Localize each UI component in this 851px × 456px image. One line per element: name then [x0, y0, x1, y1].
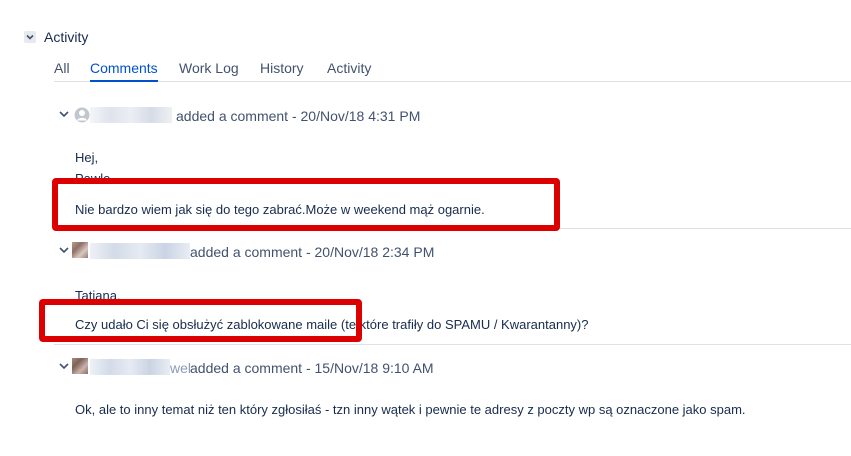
- comment-text-line: Ok, ale to inny temat niż ten który zgło…: [75, 402, 746, 417]
- default-avatar-icon: [74, 107, 90, 123]
- chevron-down-icon[interactable]: [59, 245, 69, 255]
- tab-all[interactable]: All: [54, 60, 70, 76]
- highlight-box: [52, 178, 560, 231]
- chevron-down-icon[interactable]: [24, 31, 36, 43]
- redacted-username: [90, 243, 190, 259]
- activity-tabs: All Comments Work Log History Activity: [54, 58, 851, 82]
- redacted-username: [90, 107, 172, 123]
- activity-section-header[interactable]: Activity: [24, 29, 88, 45]
- avatar: [72, 242, 88, 258]
- comment-item: wel added a comment - 15/Nov/18 9:10 AM …: [54, 352, 851, 432]
- comment-meta: added a comment - 20/Nov/18 2:34 PM: [190, 244, 435, 260]
- comment-author-fragment: wel: [170, 360, 192, 376]
- section-title: Activity: [44, 29, 89, 45]
- chevron-down-icon[interactable]: [59, 109, 69, 119]
- comment-text-line: Hej,: [75, 150, 99, 165]
- comment-divider: [54, 344, 851, 345]
- tab-history[interactable]: History: [260, 60, 304, 76]
- tab-comments[interactable]: Comments: [90, 60, 158, 82]
- comment-meta: added a comment - 15/Nov/18 9:10 AM: [190, 360, 434, 376]
- redacted-username: [90, 359, 170, 375]
- tab-activity[interactable]: Activity: [327, 60, 371, 76]
- comment-meta: added a comment - 20/Nov/18 4:31 PM: [176, 108, 421, 124]
- chevron-down-icon[interactable]: [59, 361, 69, 371]
- highlight-box: [39, 299, 362, 342]
- tab-work-log[interactable]: Work Log: [179, 60, 239, 76]
- avatar: [72, 358, 88, 374]
